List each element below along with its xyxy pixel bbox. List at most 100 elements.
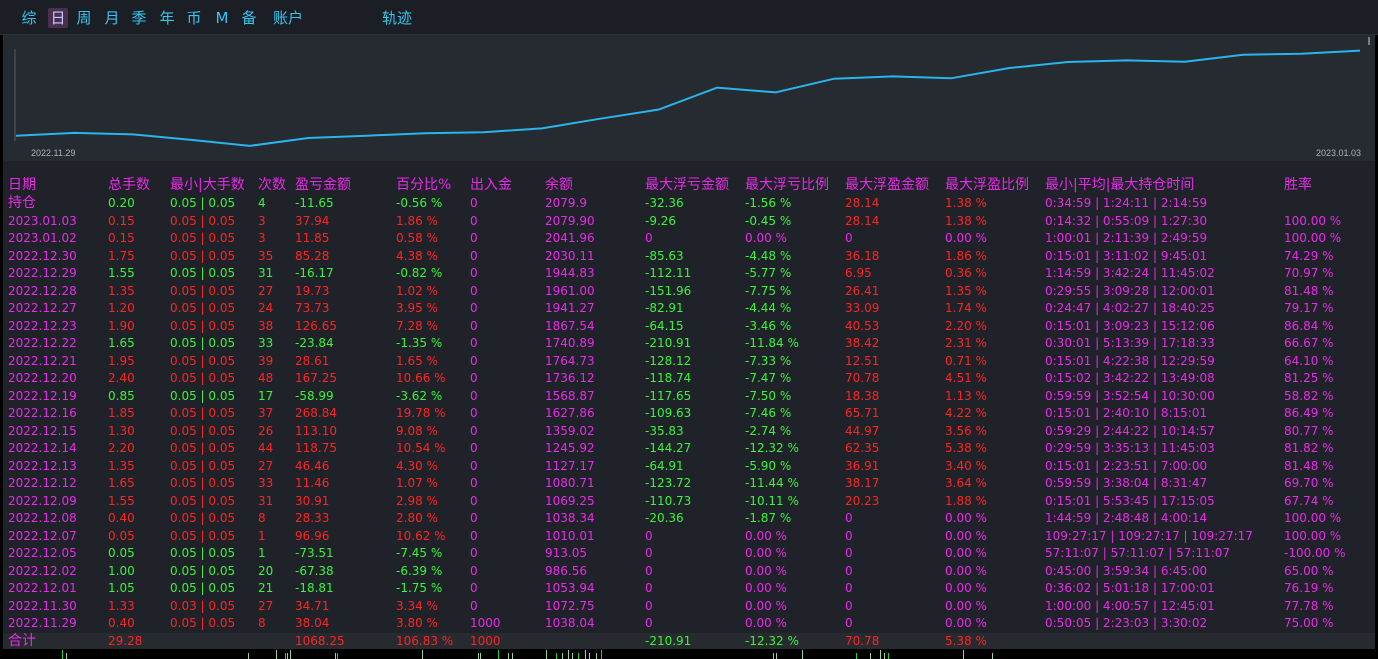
table-row[interactable]: 2022.12.22 1.65 0.05 | 0.05 33 -23.84 -1.35 %… (3, 335, 1375, 352)
col-min-max-lots: 0.05 | 0.05 (170, 353, 236, 368)
tab-notes[interactable]: 备 (240, 8, 258, 28)
col-date: 2022.12.13 (8, 458, 77, 473)
col-max-float-profit: 0 (845, 528, 853, 543)
table-row[interactable]: 2022.12.15 1.30 0.05 | 0.05 26 113.10 9.08 % 0… (3, 423, 1375, 440)
header-col-max-float-profit[interactable]: 最大浮盈金额 (845, 175, 929, 195)
table-row[interactable]: 2022.12.09 1.55 0.05 | 0.05 31 30.91 2.98 % 0 1… (3, 493, 1375, 510)
table-row[interactable]: 2022.12.21 1.95 0.05 | 0.05 39 28.61 1.65 % 0 1… (3, 353, 1375, 370)
col-pnl: 11.85 (295, 231, 330, 245)
col-balance: 1069.25 (545, 493, 595, 508)
table-row[interactable]: 2022.12.30 1.75 0.05 | 0.05 35 85.28 4.38 % 0 2… (3, 248, 1375, 265)
col-pnl: 28.33 (295, 511, 330, 525)
table-row[interactable]: 2022.12.14 2.20 0.05 | 0.05 44 118.75 10.54 %… (3, 440, 1375, 457)
header-col-max-float-profit-pct[interactable]: 最大浮盈比例 (945, 175, 1029, 195)
col-deposit: 0 (470, 196, 478, 210)
bottom-tick (478, 653, 479, 659)
col-max-float-profit-pct: 1.88 % (945, 493, 987, 508)
header-col-hold-time[interactable]: 最小|平均|最大持仓时间 (1045, 175, 1194, 195)
table-row[interactable]: 2022.12.01 1.05 0.05 | 0.05 21 -18.81 -1.75 %… (3, 580, 1375, 597)
col-balance: 1080.71 (545, 476, 595, 490)
tab-summary[interactable]: 综 (20, 8, 38, 28)
bottom-tick (480, 653, 481, 659)
col-max-float-loss-pct: -11.84 % (745, 336, 799, 350)
col-hold-time: 0:59:59 | 3:52:54 | 10:30:00 (1045, 388, 1215, 403)
col-percent: 1.65 % (396, 353, 438, 368)
tab-account[interactable]: 账户 (271, 8, 305, 28)
table-row[interactable]: 2022.11.29 0.40 0.05 | 0.05 8 38.04 3.80 % 100… (3, 615, 1375, 632)
col-winrate: 77.78 % (1284, 598, 1334, 613)
col-balance: 1627.86 (545, 406, 595, 420)
table-row[interactable]: 2022.12.29 1.55 0.05 | 0.05 31 -16.17 -0.82 %… (3, 265, 1375, 282)
col-total-lots: 1.00 (108, 563, 135, 578)
header-col-balance[interactable]: 余额 (545, 175, 573, 195)
col-total-lots: 1.55 (108, 493, 135, 508)
tab-day[interactable]: 日 (48, 8, 68, 28)
col-max-float-loss: 0 (645, 598, 653, 613)
bottom-tick (773, 653, 774, 659)
table-row[interactable]: 2022.12.02 1.00 0.05 | 0.05 20 -67.38 -6.39 %… (3, 563, 1375, 580)
header-col-deposit[interactable]: 出入金 (470, 175, 512, 195)
col-date: 2022.12.16 (8, 406, 77, 420)
header-col-percent[interactable]: 百分比% (396, 175, 451, 195)
table-row[interactable]: 2022.12.13 1.35 0.05 | 0.05 27 46.46 4.30 % 0 1… (3, 458, 1375, 475)
col-pnl: -16.17 (295, 266, 334, 280)
col-max-float-loss-pct: 0.00 % (745, 528, 787, 543)
header-col-pnl[interactable]: 盈亏金额 (295, 175, 351, 195)
tab-quarter[interactable]: 季 (130, 8, 148, 28)
col-min-max-lots: 0.05 | 0.05 (170, 493, 236, 508)
header-col-max-float-loss[interactable]: 最大浮亏金额 (645, 175, 729, 195)
col-total-lots: 0.05 (108, 546, 135, 560)
table-row[interactable]: 2022.11.30 1.33 0.03 | 0.05 27 34.71 3.34 % 0 1… (3, 598, 1375, 615)
col-hold-time: 0:15:01 | 5:53:45 | 17:15:05 (1045, 493, 1215, 508)
col-date: 2022.12.29 (8, 266, 77, 280)
table-row[interactable]: 2022.12.23 1.90 0.05 | 0.05 38 126.65 7.28 % 0… (3, 318, 1375, 335)
open-position-row[interactable]: 持仓 0.20 0.05 | 0.05 4 -11.65 -0.56 % 0 2079.9 -3… (3, 195, 1375, 212)
col-winrate: 76.19 % (1284, 581, 1334, 595)
col-hold-time: 0:29:59 | 3:35:13 | 11:45:03 (1045, 441, 1215, 455)
table-row[interactable]: 2022.12.08 0.40 0.05 | 0.05 8 28.33 2.80 % 0 10… (3, 510, 1375, 527)
col-max-float-profit-pct: 1.38 % (945, 196, 987, 210)
col-max-float-loss-pct: -7.75 % (745, 283, 792, 298)
table-row[interactable]: 2022.12.07 0.05 0.05 | 0.05 1 96.96 10.62 % 0 1… (3, 528, 1375, 545)
col-pnl: 73.73 (295, 301, 330, 315)
col-balance: 1038.34 (545, 511, 595, 525)
tab-year[interactable]: 年 (158, 8, 176, 28)
col-max-float-loss: -110.73 (645, 493, 692, 508)
col-total-lots: 0.85 (108, 388, 135, 403)
col-total-lots: 1.95 (108, 353, 135, 368)
col-max-float-profit: 62.35 (845, 441, 880, 455)
col-max-float-loss-pct: 0.00 % (745, 598, 787, 613)
header-col-total-lots[interactable]: 总手数 (108, 175, 150, 195)
header-col-min-max-lots[interactable]: 最小|大手数 (170, 175, 245, 195)
col-total-lots: 1.75 (108, 248, 135, 263)
tab-m[interactable]: M (213, 8, 231, 28)
tab-month[interactable]: 月 (103, 8, 121, 28)
col-balance: 1072.75 (545, 598, 595, 613)
col-hold-time: 57:11:07 | 57:11:07 | 57:11:07 (1045, 546, 1231, 560)
col-max-float-profit: 65.71 (845, 406, 880, 420)
bottom-tick (498, 650, 499, 659)
table-row[interactable]: 2022.12.28 1.35 0.05 | 0.05 27 19.73 1.02 % 0 1… (3, 283, 1375, 300)
tab-trajectory[interactable]: 轨迹 (380, 8, 414, 28)
table-row[interactable]: 2022.12.20 2.40 0.05 | 0.05 48 167.25 10.66 %… (3, 370, 1375, 387)
table-row[interactable]: 2022.12.19 0.85 0.05 | 0.05 17 -58.99 -3.62 %… (3, 388, 1375, 405)
col-balance: 986.56 (545, 563, 587, 578)
col-max-float-loss-pct: -10.11 % (745, 493, 799, 508)
tab-week[interactable]: 周 (75, 8, 93, 28)
col-winrate: 86.49 % (1284, 406, 1334, 420)
table-row[interactable]: 2022.12.05 0.05 0.05 | 0.05 1 -73.51 -7.45 % 0… (3, 545, 1375, 562)
header-col-winrate[interactable]: 胜率 (1284, 175, 1312, 195)
table-row[interactable]: 2022.12.16 1.85 0.05 | 0.05 37 268.84 19.78 %… (3, 405, 1375, 422)
tab-currency[interactable]: 币 (185, 8, 203, 28)
table-row[interactable]: 2022.12.27 1.20 0.05 | 0.05 24 73.73 3.95 % 0 1… (3, 300, 1375, 317)
header-col-date[interactable]: 日期 (8, 175, 36, 195)
table-row[interactable]: 2023.01.03 0.15 0.05 | 0.05 3 37.94 1.86 % 0 20… (3, 213, 1375, 230)
table-row[interactable]: 2023.01.02 0.15 0.05 | 0.05 3 11.85 0.58 % 0 20… (3, 230, 1375, 247)
col-percent: -1.35 % (396, 336, 443, 350)
bottom-tick (963, 650, 964, 659)
header-col-count[interactable]: 次数 (258, 175, 286, 195)
header-col-max-float-loss-pct[interactable]: 最大浮亏比例 (745, 175, 829, 195)
col-winrate: 67.74 % (1284, 493, 1334, 508)
col-max-float-loss: -9.26 (645, 213, 677, 228)
table-row[interactable]: 2022.12.12 1.65 0.05 | 0.05 33 11.46 1.07 % 0 1… (3, 475, 1375, 492)
